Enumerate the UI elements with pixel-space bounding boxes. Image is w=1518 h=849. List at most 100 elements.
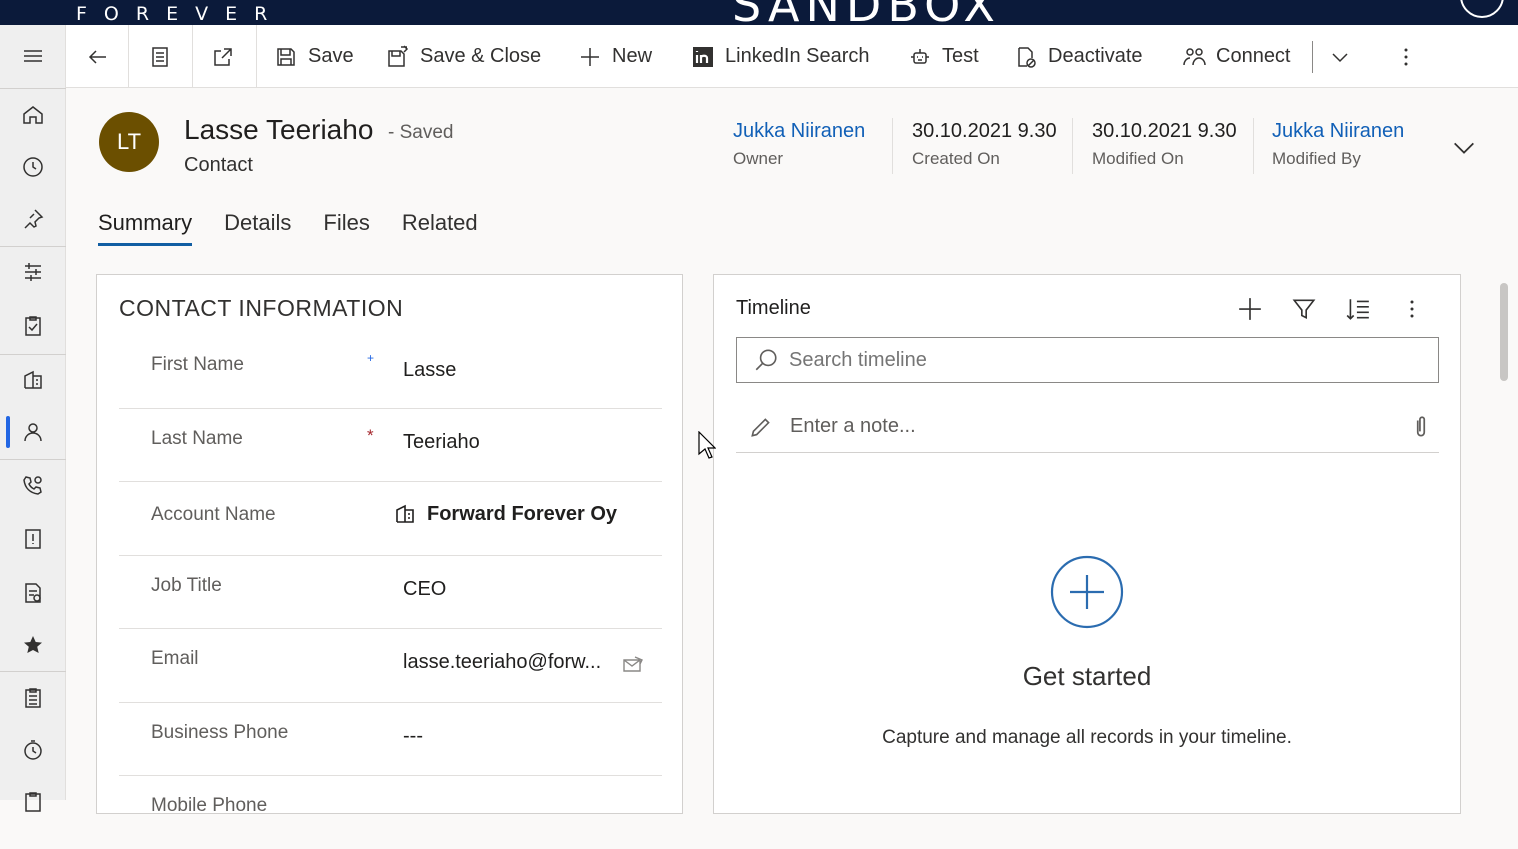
- add-activity-icon[interactable]: [1236, 295, 1264, 323]
- modified-on-label: Modified On: [1092, 149, 1184, 168]
- documents-icon[interactable]: [14, 679, 52, 717]
- home-icon[interactable]: [14, 96, 52, 134]
- field-job-title: Job Title CEO: [119, 556, 662, 629]
- get-started-description: Capture and manage all records in your t…: [882, 727, 1292, 748]
- activities-icon[interactable]: [14, 253, 52, 291]
- recent-icon[interactable]: [14, 148, 52, 186]
- get-started-add-icon[interactable]: [1050, 555, 1124, 629]
- field-last-name: Last Name * Teeriaho: [119, 409, 662, 482]
- account-icon: [396, 504, 414, 523]
- connect-icon: [1183, 47, 1206, 65]
- record-entity-type: Contact: [184, 154, 253, 176]
- back-button[interactable]: [86, 25, 110, 88]
- clipboard-icon[interactable]: [14, 783, 52, 821]
- field-account-name: Account Name Forward Forever Oy: [119, 482, 662, 556]
- field-label: Business Phone: [151, 722, 289, 743]
- top-bar: FOREVER SANDBOX: [0, 0, 1518, 25]
- timeline-search: [736, 337, 1439, 383]
- sort-list-icon[interactable]: [1344, 295, 1372, 323]
- field-email: Email lasse.teeriaho@forw...: [119, 629, 662, 703]
- tab-details[interactable]: Details: [224, 210, 291, 246]
- timeline-title: Timeline: [736, 297, 811, 319]
- required-marker: *: [367, 426, 374, 445]
- attachment-icon: [1416, 415, 1426, 436]
- deactivate-button[interactable]: Deactivate: [1014, 25, 1143, 88]
- save-close-icon: [388, 44, 409, 67]
- environment-banner: SANDBOX: [732, 0, 1001, 25]
- page-scrollbar[interactable]: [1500, 283, 1508, 381]
- modified-by-label: Modified By: [1272, 149, 1361, 168]
- cases-icon[interactable]: [14, 520, 52, 558]
- pencil-icon: [751, 417, 770, 437]
- tab-summary[interactable]: Summary: [98, 210, 193, 246]
- left-navigation: [0, 25, 66, 812]
- timer-icon[interactable]: [14, 731, 52, 769]
- menu-icon[interactable]: [14, 37, 52, 75]
- field-first-name: First Name + Lasse: [119, 337, 662, 409]
- tasks-icon[interactable]: [14, 307, 52, 345]
- created-on-label: Created On: [912, 149, 1000, 168]
- recommended-marker: +: [367, 351, 375, 365]
- header-modified-on: 30.10.2021 9.30 Modified On: [1092, 120, 1237, 169]
- active-indicator: [6, 416, 10, 448]
- record-avatar: LT: [99, 112, 159, 172]
- account-name-lookup[interactable]: Forward Forever Oy: [393, 502, 617, 526]
- business-phone-input[interactable]: ---: [403, 725, 423, 748]
- note-composer[interactable]: Enter a note...: [736, 401, 1439, 453]
- created-on-value: 30.10.2021 9.30: [912, 120, 1057, 142]
- field-mobile-phone: Mobile Phone: [119, 776, 662, 849]
- field-label: Account Name: [151, 504, 276, 525]
- overflow-menu-button[interactable]: [1394, 25, 1418, 88]
- field-label: First Name: [151, 354, 244, 375]
- save-button[interactable]: Save: [274, 25, 354, 88]
- search-timeline-input[interactable]: [789, 348, 1389, 372]
- header-modified-by: Jukka Niiranen Modified By: [1272, 120, 1404, 169]
- email-input[interactable]: lasse.teeriaho@forw...: [403, 651, 601, 674]
- mouse-cursor-icon: [698, 431, 716, 459]
- timeline-more-icon[interactable]: [1398, 295, 1426, 323]
- test-button[interactable]: Test: [908, 25, 979, 88]
- send-email-icon[interactable]: [621, 653, 645, 682]
- record-save-status: - Saved: [388, 122, 454, 143]
- header-expand-chevron-icon[interactable]: [1450, 134, 1478, 162]
- calls-icon[interactable]: [14, 466, 52, 504]
- contacts-icon[interactable]: [14, 413, 52, 451]
- note-placeholder: Enter a note...: [790, 415, 916, 437]
- reports-icon[interactable]: [14, 574, 52, 612]
- header-created-on: 30.10.2021 9.30 Created On: [912, 120, 1057, 169]
- more-vertical-icon: [1404, 48, 1408, 65]
- user-avatar[interactable]: [1460, 0, 1504, 18]
- modified-on-value: 30.10.2021 9.30: [1092, 120, 1237, 142]
- last-name-input[interactable]: Teeriaho: [403, 431, 480, 454]
- connect-button[interactable]: Connect: [1182, 25, 1291, 88]
- pin-icon[interactable]: [14, 200, 52, 238]
- save-close-button[interactable]: Save & Close: [386, 25, 541, 88]
- job-title-input[interactable]: CEO: [403, 578, 446, 601]
- new-button[interactable]: New: [578, 25, 652, 88]
- tab-related[interactable]: Related: [402, 210, 478, 246]
- record-name: Lasse Teeriaho: [184, 114, 374, 145]
- record-header: LT Lasse Teeriaho - Saved Contact Jukka …: [66, 88, 1518, 268]
- deactivate-icon: [1018, 46, 1036, 68]
- save-icon: [277, 47, 295, 66]
- accounts-icon[interactable]: [14, 361, 52, 399]
- linkedin-search-button[interactable]: LinkedIn Search: [691, 25, 870, 88]
- more-commands-dropdown[interactable]: [1328, 25, 1352, 88]
- favorites-icon[interactable]: [14, 626, 52, 664]
- filter-icon[interactable]: [1290, 295, 1318, 323]
- owner-label: Owner: [733, 149, 784, 168]
- tab-files[interactable]: Files: [323, 210, 369, 246]
- field-label: Last Name: [151, 428, 243, 449]
- form-view-button[interactable]: [148, 25, 172, 88]
- first-name-input[interactable]: Lasse: [403, 359, 456, 382]
- field-business-phone: Business Phone ---: [119, 703, 662, 776]
- open-new-window-button[interactable]: [211, 25, 235, 88]
- linkedin-icon: [693, 46, 713, 67]
- timeline-section: Timeline Enter a note... Get started Cap…: [713, 274, 1461, 814]
- command-bar: Save Save & Close New LinkedIn Search Te…: [66, 25, 1518, 88]
- owner-link[interactable]: Jukka Niiranen: [733, 120, 865, 143]
- get-started-title: Get started: [1022, 661, 1152, 691]
- modified-by-link[interactable]: Jukka Niiranen: [1272, 120, 1404, 143]
- bot-icon: [911, 48, 929, 64]
- header-owner: Jukka Niiranen Owner: [733, 120, 865, 169]
